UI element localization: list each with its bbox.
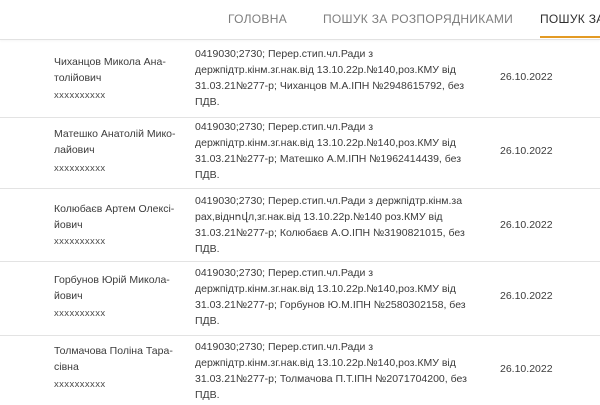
recipient-code: xxxxxxxxxx: [54, 236, 106, 247]
tab-search-by-managers[interactable]: ПОШУК ЗА РОЗПОРЯДНИКАМИ: [323, 0, 513, 38]
recipient-code: xxxxxxxxxx: [54, 163, 106, 174]
tab-home[interactable]: ГОЛОВНА: [228, 0, 287, 38]
payment-date: 26.10.2022: [500, 363, 553, 375]
recipient-code: xxxxxxxxxx: [54, 90, 106, 101]
table-row[interactable]: Горбунов Юрій Микола- йович xxxxxxxxxx 0…: [0, 261, 600, 336]
table-row[interactable]: Толмачова Поліна Тара- сівна xxxxxxxxxx …: [0, 335, 600, 405]
payment-purpose: 0419030;2730; Перер.стип.чл.Ради з держп…: [195, 341, 467, 401]
table-row[interactable]: Матешко Анатолій Мико- лайович xxxxxxxxx…: [0, 117, 600, 189]
payment-date: 26.10.2022: [500, 145, 553, 157]
table-row[interactable]: Колюбаєв Артем Олексі- йович xxxxxxxxxx …: [0, 188, 600, 262]
payment-date: 26.10.2022: [500, 71, 553, 83]
top-navigation: ГОЛОВНА ПОШУК ЗА РОЗПОРЯДНИКАМИ ПОШУК ЗА: [0, 0, 600, 40]
table-row[interactable]: Чиханцов Микола Ана- толійович xxxxxxxxx…: [0, 40, 600, 118]
payment-date: 26.10.2022: [500, 290, 553, 302]
recipient-name: Толмачова Поліна Тара- сівна: [54, 345, 173, 373]
payment-purpose: 0419030;2730; Перер.стип.чл.Ради з держп…: [195, 267, 466, 327]
recipient-name: Колюбаєв Артем Олексі- йович: [54, 203, 175, 231]
recipient-code: xxxxxxxxxx: [54, 308, 106, 319]
payment-purpose: 0419030;2730; Перер.стип.чл.Ради з держп…: [195, 121, 462, 181]
recipient-name: Чиханцов Микола Ана- толійович: [54, 56, 166, 84]
tab-search-by[interactable]: ПОШУК ЗА: [540, 0, 600, 38]
payment-date: 26.10.2022: [500, 219, 553, 231]
recipient-name: Матешко Анатолій Мико- лайович: [54, 128, 176, 156]
recipient-code: xxxxxxxxxx: [54, 379, 106, 390]
payment-purpose: 0419030;2730; Перер.стип.чл.Ради з держп…: [195, 48, 465, 108]
payment-purpose: 0419030;2730; Перер.стип.чл.Ради з держп…: [195, 195, 465, 255]
recipient-name: Горбунов Юрій Микола- йович: [54, 274, 170, 302]
